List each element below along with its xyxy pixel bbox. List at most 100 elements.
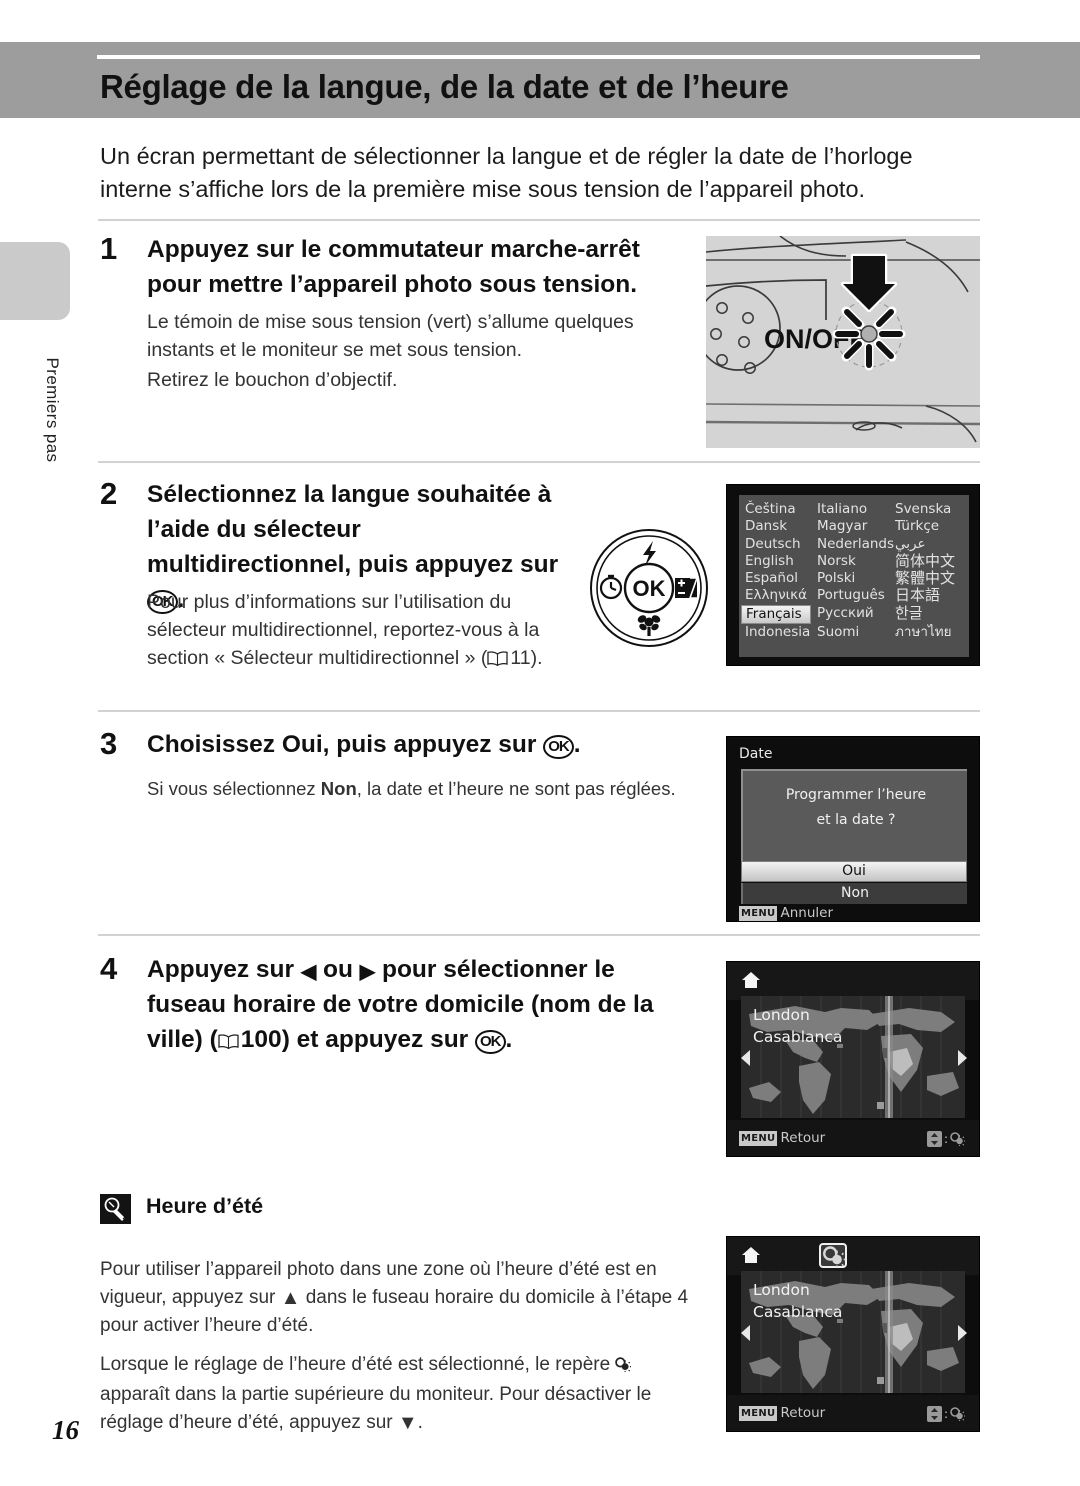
note-p2-b: apparaît dans la partie supérieure du mo… [100,1384,652,1433]
date-message-box: Programmer l’heure et la date ? [741,769,967,861]
language-item[interactable]: Suomi [811,624,889,641]
language-item[interactable]: 繁體中文 [889,569,969,587]
header-rule [97,55,980,59]
multi-selector-dial[interactable]: OK [585,527,713,649]
note-title: Heure d’été [146,1194,264,1218]
step-4-heading-a: Appuyez sur [147,956,301,983]
language-item[interactable]: ภาษาไทย [889,624,969,641]
map-next-arrow-icon[interactable] [957,1050,967,1070]
manual-page: Réglage de la langue, de la date et de l… [0,0,1080,1486]
step-1-heading: Appuyez sur le commutateur marche-arrêt … [147,236,640,298]
step-3-heading-c: . [573,731,581,758]
map-city-primary: London [753,1281,810,1299]
date-no-button[interactable]: Non [741,883,967,904]
daylight-saving-icon [950,1132,965,1146]
language-item[interactable]: Nederlands [811,536,894,553]
date-message: Programmer l’heure et la date ? [743,783,969,833]
language-item[interactable]: Deutsch [739,536,811,553]
language-item[interactable]: Türkçe [889,518,969,535]
language-item[interactable]: Magyar [811,518,889,535]
divider-step4 [98,934,980,936]
language-item[interactable]: Čeština [739,501,811,518]
map-menu-hint: MENU Retour [739,1405,825,1421]
step-3-body: Si vous sélectionnez Non, la date et l’h… [147,775,707,802]
timezone-map-screen[interactable]: London Casablanca MENU Retour : [726,961,980,1157]
language-item[interactable]: Polski [811,570,889,587]
book-reference-icon [218,1034,239,1049]
step-1-body-1: Le témoin de mise sous tension (vert) s’… [147,311,634,361]
language-item-selected[interactable]: Français [741,604,811,625]
language-item[interactable]: 日本語 [889,587,969,605]
language-item[interactable]: Italiano [811,501,889,518]
language-item[interactable]: Português [811,587,889,604]
step-2-number: 2 [100,476,118,511]
step-2-body: Pour plus d’informations sur l’utilisati… [147,588,567,672]
map-menu-action: Retour [780,1405,826,1421]
language-item[interactable]: Español [739,570,811,587]
map-dst-hint: : [926,1406,965,1422]
step-1-body-2: Retirez le bouchon d’objectif. [147,369,398,391]
language-grid: Čeština Italiano Svenska Dansk Magyar Tü… [739,501,969,641]
camera-top-illustration: ON/OFF [706,236,980,448]
date-screen-title: Date [739,746,773,762]
map-dst-hint: : [926,1131,965,1147]
timezone-map-screen-dst[interactable]: London Casablanca MENU Retour : [726,1236,980,1432]
map-prev-arrow-icon[interactable] [741,1050,751,1070]
daylight-saving-icon [615,1353,632,1381]
map-city-secondary: Casablanca [753,1028,843,1046]
ok-button-icon: OK [475,1030,506,1054]
step-3-option-non: Non [320,778,357,799]
language-item[interactable]: عربي [889,536,969,553]
map-city-primary: London [753,1006,810,1024]
language-item[interactable]: Norsk [811,553,889,570]
right-arrow-icon: ▶ [359,961,376,983]
menu-button-icon: MENU [739,1405,778,1421]
note-p2-a: Lorsque le réglage de l’heure d’été est … [100,1354,616,1375]
language-selection-screen[interactable]: Čeština Italiano Svenska Dansk Magyar Tü… [726,484,980,666]
up-arrow-icon: ▲ [280,1287,301,1309]
menu-button-icon: MENU [739,1130,778,1146]
step-3-heading-b: , puis appuyez sur [322,731,544,758]
map-dst-separator: : [943,1407,948,1421]
language-item[interactable]: 한글 [889,604,969,624]
note-p2-c: . [417,1412,423,1433]
intro-paragraph: Un écran permettant de sélectionner la l… [100,143,913,202]
map-prev-arrow-icon[interactable] [741,1325,751,1345]
date-menu-hint: MENU Annuler [739,905,833,921]
divider-step3 [98,710,980,712]
map-top-bar [727,1237,979,1275]
language-item[interactable]: English [739,553,811,570]
language-item[interactable]: Svenska [889,501,969,518]
divider-step1 [98,219,980,221]
step-4-heading-d: ) et appuyez sur [281,1026,476,1053]
step-2-body-suffix: ). [530,647,543,669]
step-4-heading-e: . [505,1026,513,1053]
note-pencil-icon [100,1194,131,1224]
step-2-heading-text: Sélectionnez la langue souhaitée à l’aid… [147,481,559,578]
section-tab-label: Premiers pas [43,357,62,463]
language-item[interactable]: 简体中文 [889,552,969,570]
step-2-body-text: Pour plus d’informations sur l’utilisati… [147,591,540,669]
section-tab [0,242,70,320]
ok-button-icon: OK [543,735,574,759]
step-3-body-b: , la date et l’heure ne sont pas réglées… [356,778,676,799]
language-item[interactable]: Ελληνικά [739,587,811,604]
language-panel: Čeština Italiano Svenska Dansk Magyar Tü… [739,495,969,657]
step-4-heading: Appuyez sur ◀ ou ▶ pour sélectionner le … [147,952,677,1057]
page-number: 16 [52,1415,79,1445]
note-paragraph-2: Lorsque le réglage de l’heure d’été est … [100,1351,690,1437]
map-next-arrow-icon[interactable] [957,1325,967,1345]
date-confirm-screen[interactable]: Date Programmer l’heure et la date ? Oui… [726,736,980,922]
daylight-saving-active-badge [819,1243,847,1268]
home-timezone-icon [741,971,761,989]
step-3-heading: Choisissez Oui, puis appuyez sur OK. [147,727,687,762]
down-arrow-icon: ▼ [397,1412,418,1434]
map-dst-separator: : [943,1132,948,1146]
map-menu-hint: MENU Retour [739,1130,825,1146]
language-item[interactable]: Dansk [739,518,811,535]
date-message-line-1: Programmer l’heure [785,787,927,803]
language-item[interactable]: Русский [811,605,889,624]
language-item[interactable]: Indonesia [739,624,811,641]
date-yes-button[interactable]: Oui [741,861,967,882]
date-menu-action: Annuler [780,905,833,921]
